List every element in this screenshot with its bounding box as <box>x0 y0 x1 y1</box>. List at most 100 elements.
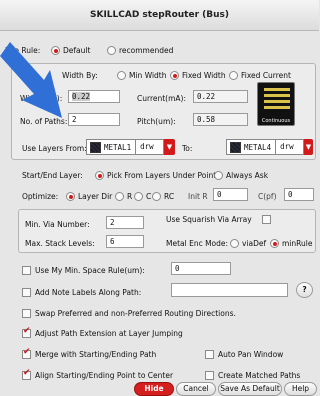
checkbox-off-icon <box>22 266 31 275</box>
enc-viadef-label: viaDef <box>242 239 267 248</box>
checkbox-off-icon <box>205 371 214 380</box>
radio-off-icon <box>229 71 238 80</box>
current-ma-label: Current(mA): <box>137 94 186 103</box>
merge-label: Merge with Starting/Ending Path <box>35 350 157 359</box>
cancel-button[interactable]: Cancel <box>176 382 216 396</box>
radio-on-icon <box>270 239 279 248</box>
optimize-rc-radio[interactable]: RC <box>152 192 174 201</box>
optimize-layerdir-label: Layer Dir <box>78 192 113 201</box>
c-pf-label: C(pf) <box>258 192 277 201</box>
min-space-checkbox[interactable]: Use My Min. Space Rule(um): <box>22 266 145 275</box>
min-space-input[interactable]: 0 <box>171 262 231 275</box>
swap-dirs-checkbox[interactable]: Swap Preferred and non-Preferred Routing… <box>22 309 236 318</box>
min-space-label: Use My Min. Space Rule(um): <box>35 266 145 275</box>
c-pf-input[interactable]: 0 <box>284 188 314 201</box>
radio-off-icon <box>115 192 124 201</box>
layer-swatch-icon <box>90 141 101 153</box>
radio-off-icon <box>117 71 126 80</box>
checkmark-icon <box>22 368 31 380</box>
width-min-radio[interactable]: Min Width <box>117 71 166 80</box>
to-layer-name: METAL4 <box>244 142 272 152</box>
note-labels-input[interactable] <box>171 283 288 297</box>
num-paths-input[interactable]: 2 <box>68 113 120 126</box>
layers-from-label: Use Layers From: <box>22 144 87 153</box>
to-layer-dropdown-icon[interactable]: ▼ <box>304 139 313 155</box>
use-rule-recommended-radio[interactable]: recommended <box>107 46 173 55</box>
continuous-label: Continuous <box>261 118 291 124</box>
continuous-style-button[interactable]: Continuous <box>257 82 295 126</box>
width-min-label: Min Width <box>129 71 167 80</box>
window-title: SKILLCAD stepRouter (Bus) <box>89 10 229 20</box>
start-end-ask-radio[interactable]: Always Ask <box>214 171 268 180</box>
checkbox-off-icon <box>22 309 31 318</box>
max-stack-label: Max. Stack Levels: <box>25 239 95 248</box>
bus-paths-icon <box>264 88 290 109</box>
note-labels-help-button[interactable]: ? <box>296 282 313 298</box>
optimize-r-radio[interactable]: R <box>115 192 132 201</box>
from-layer-select[interactable]: METAL1 drw <box>86 139 164 155</box>
radio-on-icon <box>170 71 179 80</box>
note-labels-checkbox[interactable]: Add Note Labels Along Path: <box>22 288 141 297</box>
align-checkbox[interactable]: Align Starting/Ending Point to Center <box>22 368 174 380</box>
from-layer-purpose: drw <box>135 140 158 154</box>
create-matched-checkbox[interactable]: Create Matched Paths <box>205 371 300 380</box>
radio-off-icon <box>230 239 239 248</box>
squarish-via-label: Use Squarish Via Array <box>166 215 252 224</box>
use-rule-recommended-label: recommended <box>119 46 174 55</box>
to-layer-purpose: drw <box>275 140 298 154</box>
from-layer-name: METAL1 <box>104 142 132 152</box>
optimize-c-radio[interactable]: C <box>134 192 151 201</box>
auto-pan-label: Auto Pan Window <box>218 350 284 359</box>
radio-off-icon <box>134 192 143 201</box>
checkmark-icon <box>22 326 31 338</box>
hide-button[interactable]: Hide <box>134 382 174 396</box>
enc-minrule-label: minRule <box>282 239 313 248</box>
width-fixed-radio[interactable]: Fixed Width <box>170 71 226 80</box>
enc-viadef-radio[interactable]: viaDef <box>230 239 266 248</box>
start-end-ask-label: Always Ask <box>226 171 269 180</box>
checkmark-icon <box>22 347 31 359</box>
optimize-r-label: R <box>127 192 133 201</box>
radio-off-icon <box>152 192 161 201</box>
max-stack-input[interactable]: 6 <box>106 235 144 248</box>
width-um-input[interactable]: 0.22 <box>68 90 120 103</box>
start-end-label: Start/End Layer: <box>22 171 83 180</box>
layers-to-label: To: <box>182 144 193 153</box>
optimize-layerdir-radio[interactable]: Layer Dir <box>66 192 112 201</box>
annotation-arrow-icon <box>0 42 62 118</box>
metal-enc-label: Metal Enc Mode: <box>166 239 229 248</box>
width-fixed-label: Fixed Width <box>182 71 226 80</box>
min-via-label: Min. Via Number: <box>25 220 90 229</box>
merge-checkbox[interactable]: Merge with Starting/Ending Path <box>22 347 157 359</box>
start-end-pick-radio[interactable]: Pick From Layers Under Point <box>95 171 216 180</box>
save-default-button[interactable]: Save As Default <box>218 382 282 396</box>
width-current-radio[interactable]: Fixed Current <box>229 71 291 80</box>
width-um-value: 0.22 <box>72 92 91 101</box>
radio-off-icon <box>214 171 223 180</box>
pitch-label: Pitch(um): <box>137 117 176 126</box>
adjust-ext-label: Adjust Path Extension at Layer Jumping <box>35 329 183 338</box>
init-r-label: Init R <box>188 192 208 201</box>
create-matched-label: Create Matched Paths <box>218 371 301 380</box>
squarish-via-checkbox[interactable]: Use Squarish Via Array <box>166 215 275 224</box>
radio-on-icon <box>66 192 75 201</box>
optimize-c-label: C <box>146 192 152 201</box>
enc-minrule-radio[interactable]: minRule <box>270 239 312 248</box>
note-labels-label: Add Note Labels Along Path: <box>35 288 142 297</box>
adjust-ext-checkbox[interactable]: Adjust Path Extension at Layer Jumping <box>22 326 183 338</box>
current-ma-input[interactable]: 0.22 <box>193 90 248 103</box>
help-button[interactable]: Help <box>284 382 317 396</box>
optimize-rc-label: RC <box>164 192 175 201</box>
to-layer-select[interactable]: METAL4 drw <box>226 139 304 155</box>
width-current-label: Fixed Current <box>241 71 291 80</box>
swap-dirs-label: Swap Preferred and non-Preferred Routing… <box>35 309 236 318</box>
init-r-input[interactable]: 0 <box>213 188 248 201</box>
pitch-input[interactable]: 0.58 <box>193 113 248 126</box>
align-label: Align Starting/Ending Point to Center <box>35 371 174 380</box>
checkbox-off-icon <box>22 288 31 297</box>
from-layer-dropdown-icon[interactable]: ▼ <box>164 139 175 155</box>
checkbox-off-icon <box>205 350 214 359</box>
radio-off-icon <box>107 46 116 55</box>
min-via-input[interactable]: 2 <box>106 216 144 229</box>
auto-pan-checkbox[interactable]: Auto Pan Window <box>205 350 283 359</box>
